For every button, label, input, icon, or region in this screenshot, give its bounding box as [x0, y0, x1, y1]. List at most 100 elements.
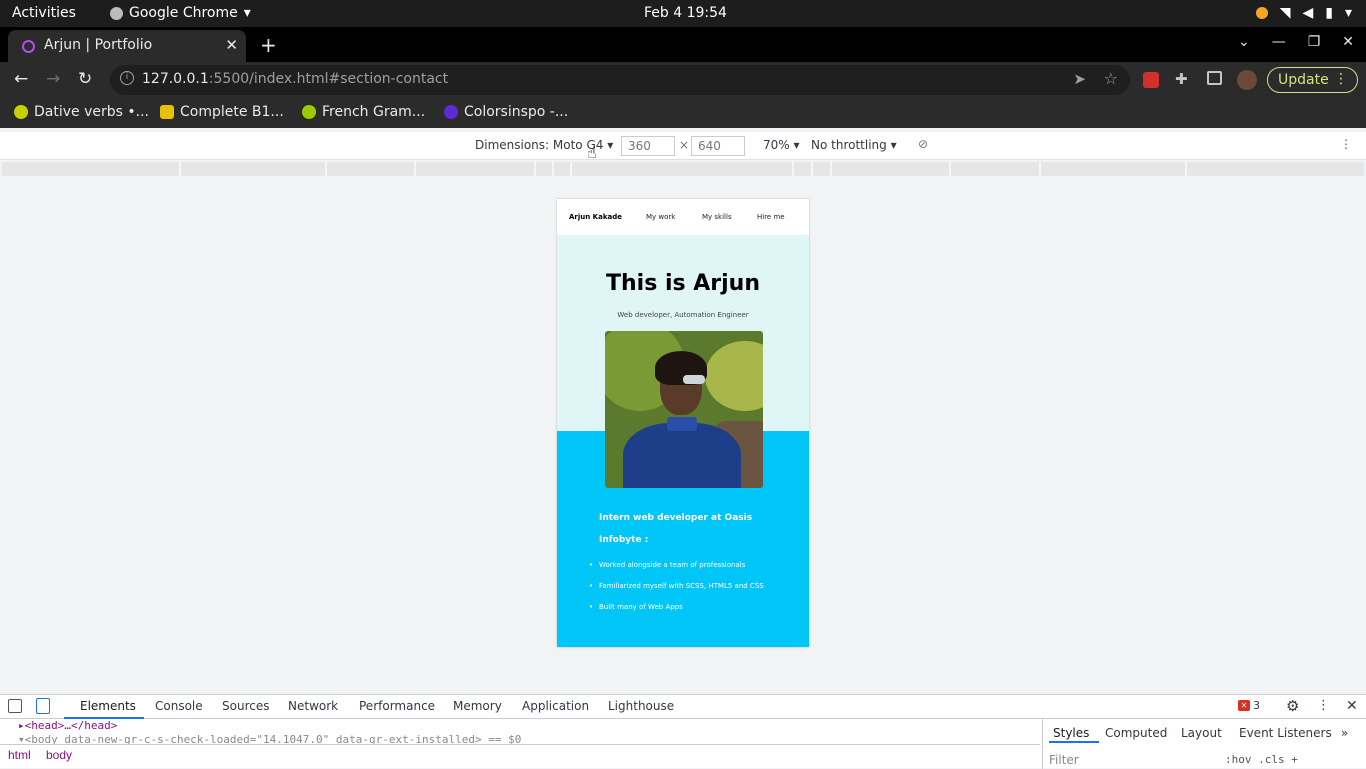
app-name: Google Chrome — [129, 5, 238, 21]
url-text[interactable]: 127.0.0.1:5500/index.html#section-contac… — [142, 71, 448, 87]
browser-toolbar: ← → ↻ i 127.0.0.1:5500/index.html#sectio… — [0, 62, 1366, 98]
ruler-segment — [414, 162, 416, 176]
times-sign: × — [679, 138, 690, 152]
ruler-segment — [179, 162, 181, 176]
forward-icon[interactable]: → — [46, 69, 60, 89]
maximize-icon[interactable]: ❐ — [1308, 34, 1321, 50]
app-menu[interactable]: Google Chrome ▾ — [110, 5, 251, 21]
tab-strip: Arjun | Portfolio ✕ — [0, 27, 1366, 62]
extension-icon[interactable] — [1143, 72, 1159, 88]
side-panel-icon[interactable] — [1207, 71, 1222, 85]
tab-computed[interactable]: Computed — [1105, 726, 1167, 740]
bookmark-item[interactable]: Complete B1... — [160, 104, 284, 120]
system-tray[interactable]: ◥ ◀ ▮ ▾ — [1255, 5, 1352, 21]
more-tabs-icon[interactable]: » — [1341, 726, 1348, 740]
close-devtools-icon[interactable]: ✕ — [1346, 698, 1358, 714]
volume-icon: ◀ — [1302, 5, 1314, 21]
styles-filter-input[interactable]: Filter — [1049, 753, 1079, 767]
chrome-menu-icon: ⋮ — [1334, 71, 1348, 87]
hov-cls-toggles[interactable]: :hov .cls + — [1225, 753, 1298, 766]
bookmark-item[interactable]: Colorsinspo -... — [444, 104, 568, 120]
job-points-list: • Worked alongside a team of professional… — [589, 555, 769, 618]
rotate-icon[interactable]: ⊘ — [918, 137, 928, 151]
tab-network[interactable]: Network — [288, 699, 338, 713]
ruler-segment — [811, 162, 813, 176]
minimize-icon[interactable]: — — [1272, 34, 1286, 50]
chrome-icon — [110, 6, 123, 20]
list-item: • Worked alongside a team of professional… — [589, 561, 746, 569]
update-button[interactable]: Update ⋮ — [1267, 67, 1358, 93]
ruler-segment — [830, 162, 832, 176]
back-icon[interactable]: ← — [14, 69, 28, 89]
nav-link-my-work[interactable]: My work — [646, 213, 675, 221]
ruler-segment — [552, 162, 554, 176]
window-controls: ⌄ — ❐ ✕ — [1238, 34, 1354, 50]
inspect-element-icon[interactable] — [8, 699, 22, 713]
bookmark-star-icon[interactable]: ☆ — [1104, 69, 1118, 88]
tab-console[interactable]: Console — [155, 699, 203, 713]
ruler-segment — [1185, 162, 1187, 176]
extensions-puzzle-icon[interactable]: ✚ — [1175, 70, 1188, 88]
ruler-segment — [949, 162, 951, 176]
emulated-viewport: Arjun Kakade My work My skills Hire me T… — [557, 199, 809, 647]
breadcrumb-body[interactable]: body — [46, 748, 72, 762]
browser-tab[interactable]: Arjun | Portfolio ✕ — [8, 30, 246, 62]
tab-performance[interactable]: Performance — [359, 699, 435, 713]
bookmark-item[interactable]: Dative verbs •... — [14, 104, 149, 120]
tab-event-listeners[interactable]: Event Listeners — [1239, 726, 1332, 740]
tab-layout[interactable]: Layout — [1181, 726, 1222, 740]
close-window-icon[interactable]: ✕ — [1342, 34, 1354, 50]
tab-memory[interactable]: Memory — [453, 699, 502, 713]
breadcrumb: html body — [0, 744, 1040, 766]
bookmark-favicon-icon — [302, 105, 316, 119]
error-icon: ✕ — [1238, 700, 1250, 711]
tab-sources[interactable]: Sources — [222, 699, 269, 713]
bookmark-item[interactable]: French Gram... — [302, 104, 425, 120]
nav-link-hire-me[interactable]: Hire me — [757, 213, 785, 221]
tab-elements[interactable]: Elements — [80, 699, 136, 713]
reload-icon[interactable]: ↻ — [78, 69, 92, 89]
tab-application[interactable]: Application — [522, 699, 589, 713]
profile-photo — [605, 331, 763, 488]
job-title: Intern web developer at Oasis Infobyte : — [599, 513, 753, 545]
bookmark-favicon-icon — [444, 105, 458, 119]
tab-lighthouse[interactable]: Lighthouse — [608, 699, 674, 713]
hero-title: This is Arjun — [606, 271, 760, 296]
throttling-dropdown[interactable]: No throttling ▾ — [811, 138, 897, 152]
activities-button[interactable]: Activities — [12, 5, 76, 21]
clock[interactable]: Feb 4 19:54 — [644, 5, 727, 21]
devtools-menu-icon[interactable]: ⋮ — [1317, 698, 1330, 713]
settings-gear-icon[interactable]: ⚙ — [1286, 697, 1299, 715]
bookmarks-bar: Dative verbs •... Complete B1... French … — [0, 98, 1366, 128]
mouse-cursor-icon: ☝ — [587, 143, 597, 162]
wifi-icon: ◥ — [1279, 5, 1291, 21]
nav-link-my-skills[interactable]: My skills — [702, 213, 732, 221]
error-badge[interactable]: ✕ 3 — [1238, 699, 1260, 712]
device-toggle-icon[interactable] — [36, 698, 50, 714]
tab-search-icon[interactable]: ⌄ — [1238, 34, 1250, 50]
media-query-ruler[interactable] — [2, 162, 1364, 176]
dom-node-head[interactable]: ▸<head>…</head> — [18, 719, 117, 732]
width-input[interactable]: 360 — [621, 136, 675, 156]
send-tab-icon[interactable]: ➤ — [1073, 70, 1086, 88]
tab-styles[interactable]: Styles — [1053, 726, 1089, 740]
styles-sidebar: Styles Computed Layout Event Listeners »… — [1042, 719, 1366, 769]
notification-dot-icon — [1255, 7, 1268, 19]
breadcrumb-html[interactable]: html — [8, 748, 31, 762]
job-entry: Intern web developer at Oasis Infobyte :… — [589, 507, 769, 618]
site-navbar: Arjun Kakade My work My skills Hire me — [557, 199, 809, 235]
system-top-bar: Activities Google Chrome ▾ Feb 4 19:54 ◥… — [0, 0, 1366, 27]
devtools-tabbar: Elements Console Sources Network Perform… — [0, 695, 1366, 719]
device-menu-icon[interactable]: ⋮ — [1340, 137, 1352, 151]
tab-favicon-icon — [22, 40, 35, 53]
zoom-dropdown[interactable]: 70% ▾ — [763, 138, 800, 152]
height-input[interactable]: 640 — [691, 136, 745, 156]
site-brand[interactable]: Arjun Kakade — [569, 213, 622, 221]
new-tab-button[interactable]: + — [260, 33, 277, 57]
ruler-segment — [570, 162, 572, 176]
tab-close-icon[interactable]: ✕ — [225, 36, 238, 54]
profile-avatar[interactable] — [1237, 70, 1257, 90]
ruler-segment — [534, 162, 536, 176]
address-bar[interactable]: i 127.0.0.1:5500/index.html#section-cont… — [110, 65, 1130, 95]
site-info-icon[interactable]: i — [120, 71, 134, 85]
